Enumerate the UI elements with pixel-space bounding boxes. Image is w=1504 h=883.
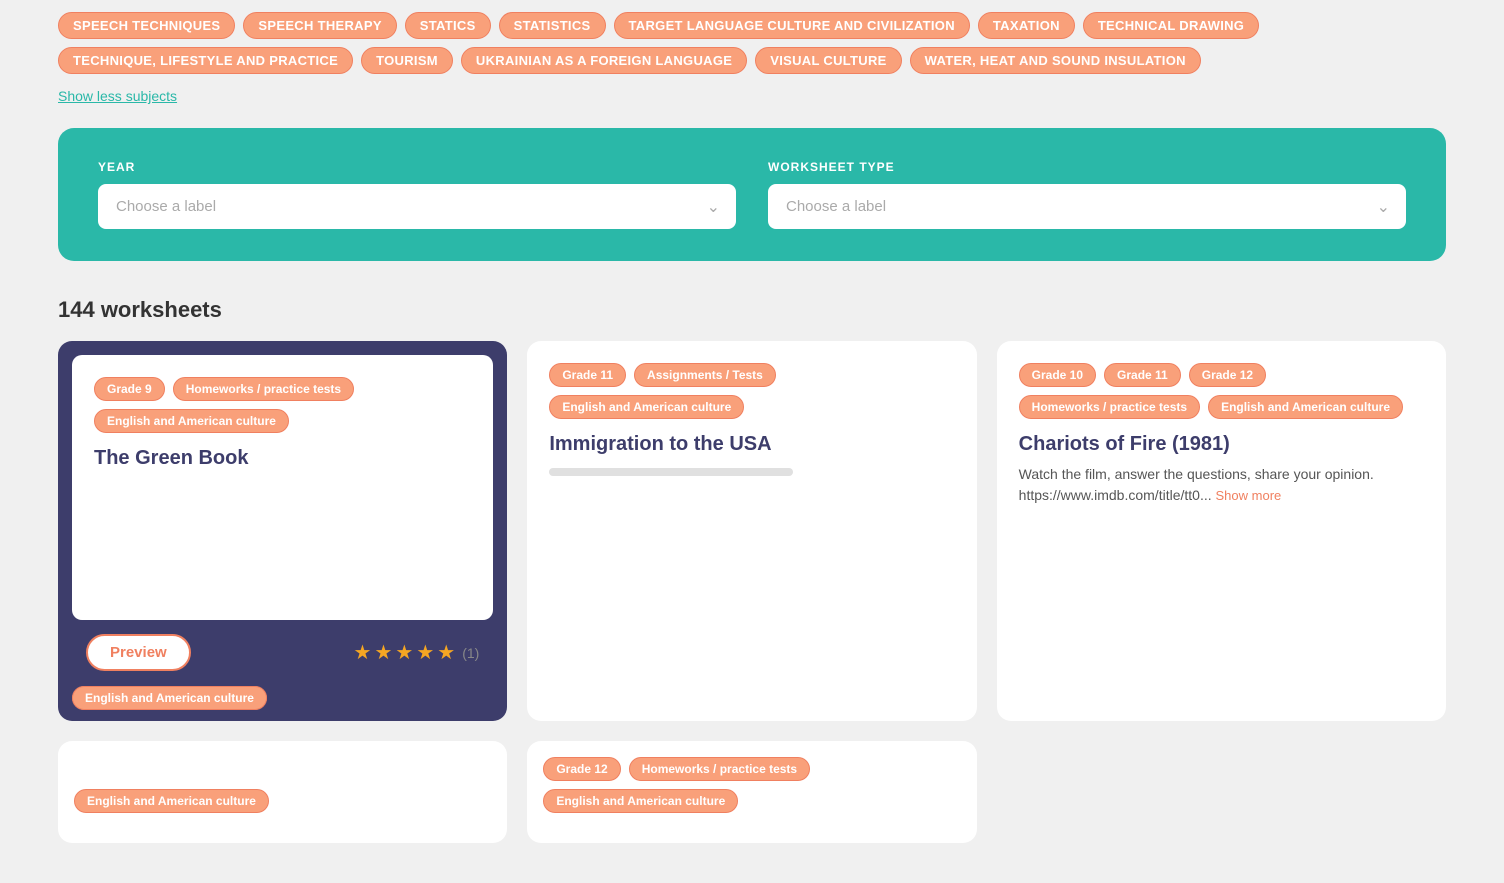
subject-tag-4[interactable]: TARGET LANGUAGE CULTURE AND CIVILIZATION [614,12,970,39]
star-1: ★ [354,640,372,665]
card-5-tag-type[interactable]: Homeworks / practice tests [629,757,810,781]
worksheet-type-filter-group: WORKSHEET TYPE Choose a label ⌄ [768,160,1406,229]
card-3: Grade 10 Grade 11 Grade 12 Homeworks / p… [997,341,1446,721]
card-3-title: Chariots of Fire (1981) [1019,433,1424,456]
star-2: ★ [374,640,392,665]
subject-tag-9[interactable]: UKRAINIAN AS A FOREIGN LANGUAGE [461,47,747,74]
card-5-tag-grade[interactable]: Grade 12 [543,757,620,781]
card-5-tag-subject[interactable]: English and American culture [543,789,738,813]
star-5: ★ [437,640,455,665]
year-filter-group: YEAR Choose a label ⌄ [98,160,736,229]
subject-tag-8[interactable]: TOURISM [361,47,453,74]
card-1-tag-grade[interactable]: Grade 9 [94,377,165,401]
worksheet-type-select[interactable]: Choose a label [768,184,1406,229]
worksheet-type-filter-label: WORKSHEET TYPE [768,160,1406,174]
featured-card-inner: Grade 9 Homeworks / practice tests Engli… [72,355,493,620]
card-5-partial: Grade 12 Homeworks / practice tests Engl… [527,741,976,843]
subject-tag-6[interactable]: TECHNICAL DRAWING [1083,12,1259,39]
card-1-footer: Preview ★ ★ ★ ★ ★ (1) [72,620,493,685]
card-1-tag-type[interactable]: Homeworks / practice tests [173,377,354,401]
card-3-tag-grade-10[interactable]: Grade 10 [1019,363,1096,387]
card-3-tag-grade-12[interactable]: Grade 12 [1189,363,1266,387]
card-2: Grade 11 Assignments / Tests English and… [527,341,976,721]
worksheet-type-select-wrapper[interactable]: Choose a label ⌄ [768,184,1406,229]
card-3-tag-subject[interactable]: English and American culture [1208,395,1403,419]
card-1-stars: ★ ★ ★ ★ ★ (1) [354,640,480,665]
subject-tag-11[interactable]: WATER, HEAT AND SOUND INSULATION [910,47,1201,74]
card-2-loading [549,468,792,476]
worksheets-count: 144 worksheets [58,297,1446,323]
star-3: ★ [395,640,413,665]
subject-tag-0[interactable]: SPEECH TECHNIQUES [58,12,235,39]
show-less-link[interactable]: Show less subjects [58,88,177,104]
card-4-tag-subject[interactable]: English and American culture [74,789,269,813]
card-2-tag-type[interactable]: Assignments / Tests [634,363,776,387]
card-1-tag-subject[interactable]: English and American culture [94,409,289,433]
card-1-rating-count: (1) [462,645,479,661]
card-3-show-more[interactable]: Show more [1216,488,1282,503]
preview-button[interactable]: Preview [86,634,191,671]
card-2-tag-subject[interactable]: English and American culture [549,395,744,419]
card-3-desc-text: Watch the film, answer the questions, sh… [1019,466,1374,503]
card-1-bottom-partial: English and American culture [72,689,493,707]
card-2-title: Immigration to the USA [549,433,954,456]
year-select[interactable]: Choose a label [98,184,736,229]
subject-tag-2[interactable]: STATICS [405,12,491,39]
card-2-tags: Grade 11 Assignments / Tests English and… [549,363,954,419]
subject-tag-5[interactable]: TAXATION [978,12,1075,39]
filter-bar: YEAR Choose a label ⌄ WORKSHEET TYPE Cho… [58,128,1446,261]
card-3-description: Watch the film, answer the questions, sh… [1019,464,1424,506]
featured-card: Grade 9 Homeworks / practice tests Engli… [58,341,507,721]
subject-tag-7[interactable]: TECHNIQUE, LIFESTYLE AND PRACTICE [58,47,353,74]
year-select-wrapper[interactable]: Choose a label ⌄ [98,184,736,229]
card-2-tag-grade[interactable]: Grade 11 [549,363,626,387]
card-4-tags: English and American culture [74,789,269,813]
card-1-bottom-tag[interactable]: English and American culture [72,686,267,710]
subject-tag-10[interactable]: VISUAL CULTURE [755,47,901,74]
card-5-tags: Grade 12 Homeworks / practice tests Engl… [543,757,960,813]
subject-tag-3[interactable]: STATISTICS [499,12,606,39]
year-filter-label: YEAR [98,160,736,174]
cards-grid: Grade 9 Homeworks / practice tests Engli… [58,341,1446,843]
star-4: ★ [416,640,434,665]
card-3-tag-type[interactable]: Homeworks / practice tests [1019,395,1200,419]
card-3-tags: Grade 10 Grade 11 Grade 12 Homeworks / p… [1019,363,1424,419]
card-4-partial: English and American culture [58,741,507,843]
subject-tag-1[interactable]: SPEECH THERAPY [243,12,396,39]
card-1-tags: Grade 9 Homeworks / practice tests Engli… [94,377,471,433]
card-1-title: The Green Book [94,447,471,470]
card-3-tag-grade-11[interactable]: Grade 11 [1104,363,1181,387]
subject-tags-container: SPEECH TECHNIQUES SPEECH THERAPY STATICS ST… [58,12,1446,74]
